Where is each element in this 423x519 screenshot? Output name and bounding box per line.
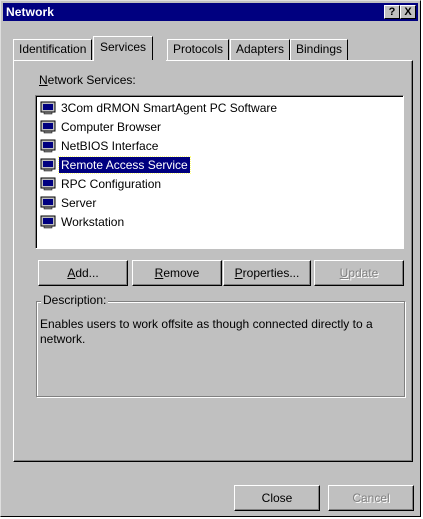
tab-services[interactable]: Services: [93, 36, 154, 61]
service-name: Computer Browser: [61, 119, 162, 134]
network-dialog: Network ? X Identification Services Prot…: [0, 0, 421, 517]
tab-label: Identification: [19, 42, 87, 56]
active-tab-join: [95, 60, 166, 62]
cancel-button-label: Cancel: [352, 491, 390, 505]
service-name: Workstation: [61, 214, 125, 229]
computer-icon: [40, 120, 56, 133]
tab-label: Services: [100, 40, 147, 54]
service-name: Remote Access Service: [58, 155, 191, 174]
tab-protocols[interactable]: Protocols: [167, 39, 230, 60]
service-name: NetBIOS Interface: [61, 138, 159, 153]
tab-adapters[interactable]: Adapters: [230, 39, 291, 60]
network-services-label: Network Services:: [39, 73, 136, 87]
update-button[interactable]: Update: [314, 260, 404, 286]
list-item-selected[interactable]: Remote Access Service: [40, 155, 403, 174]
tab-label: Adapters: [236, 42, 285, 56]
computer-icon: [40, 177, 56, 190]
computer-icon: [40, 196, 56, 209]
network-services-label-rest: etwork Services:: [47, 73, 136, 87]
list-item[interactable]: Workstation: [40, 212, 403, 231]
remove-label-rest: emove: [163, 266, 200, 280]
tab-label: Bindings: [296, 42, 343, 56]
window-title: Network: [6, 5, 55, 19]
computer-icon: [40, 215, 56, 228]
list-item[interactable]: Server: [40, 193, 403, 212]
title-bar[interactable]: Network ? X: [3, 3, 418, 21]
remove-mnemonic: R: [154, 266, 164, 280]
computer-icon: [40, 101, 56, 114]
list-item[interactable]: Computer Browser: [40, 117, 403, 136]
add-label-rest: dd...: [75, 266, 99, 280]
service-name: Server: [61, 195, 97, 210]
list-item[interactable]: 3Com dRMON SmartAgent PC Software: [40, 98, 403, 117]
list-item[interactable]: NetBIOS Interface: [40, 136, 403, 155]
properties-button[interactable]: Properties...: [223, 260, 311, 286]
close-window-button[interactable]: X: [400, 5, 416, 19]
close-button-label: Close: [261, 491, 293, 505]
tab-label: Protocols: [173, 42, 224, 56]
close-button[interactable]: Close: [234, 485, 320, 511]
service-name: RPC Configuration: [61, 176, 162, 191]
computer-icon: [40, 139, 56, 152]
computer-icon: [40, 158, 56, 171]
tab-bindings[interactable]: Bindings: [290, 39, 349, 60]
services-listbox[interactable]: 3Com dRMON SmartAgent PC Software Comput…: [35, 95, 404, 249]
list-item[interactable]: RPC Configuration: [40, 174, 403, 193]
service-name: 3Com dRMON SmartAgent PC Software: [61, 100, 278, 115]
add-button[interactable]: Add...: [38, 260, 128, 286]
remove-button[interactable]: Remove: [132, 260, 222, 286]
properties-label-rest: roperties...: [242, 266, 300, 280]
tab-identification[interactable]: Identification: [13, 39, 93, 60]
update-mnemonic: U: [339, 266, 349, 280]
properties-mnemonic: P: [234, 266, 243, 280]
update-label-rest: pdate: [348, 266, 379, 280]
help-button[interactable]: ?: [384, 5, 400, 19]
cancel-button[interactable]: Cancel: [328, 485, 414, 511]
